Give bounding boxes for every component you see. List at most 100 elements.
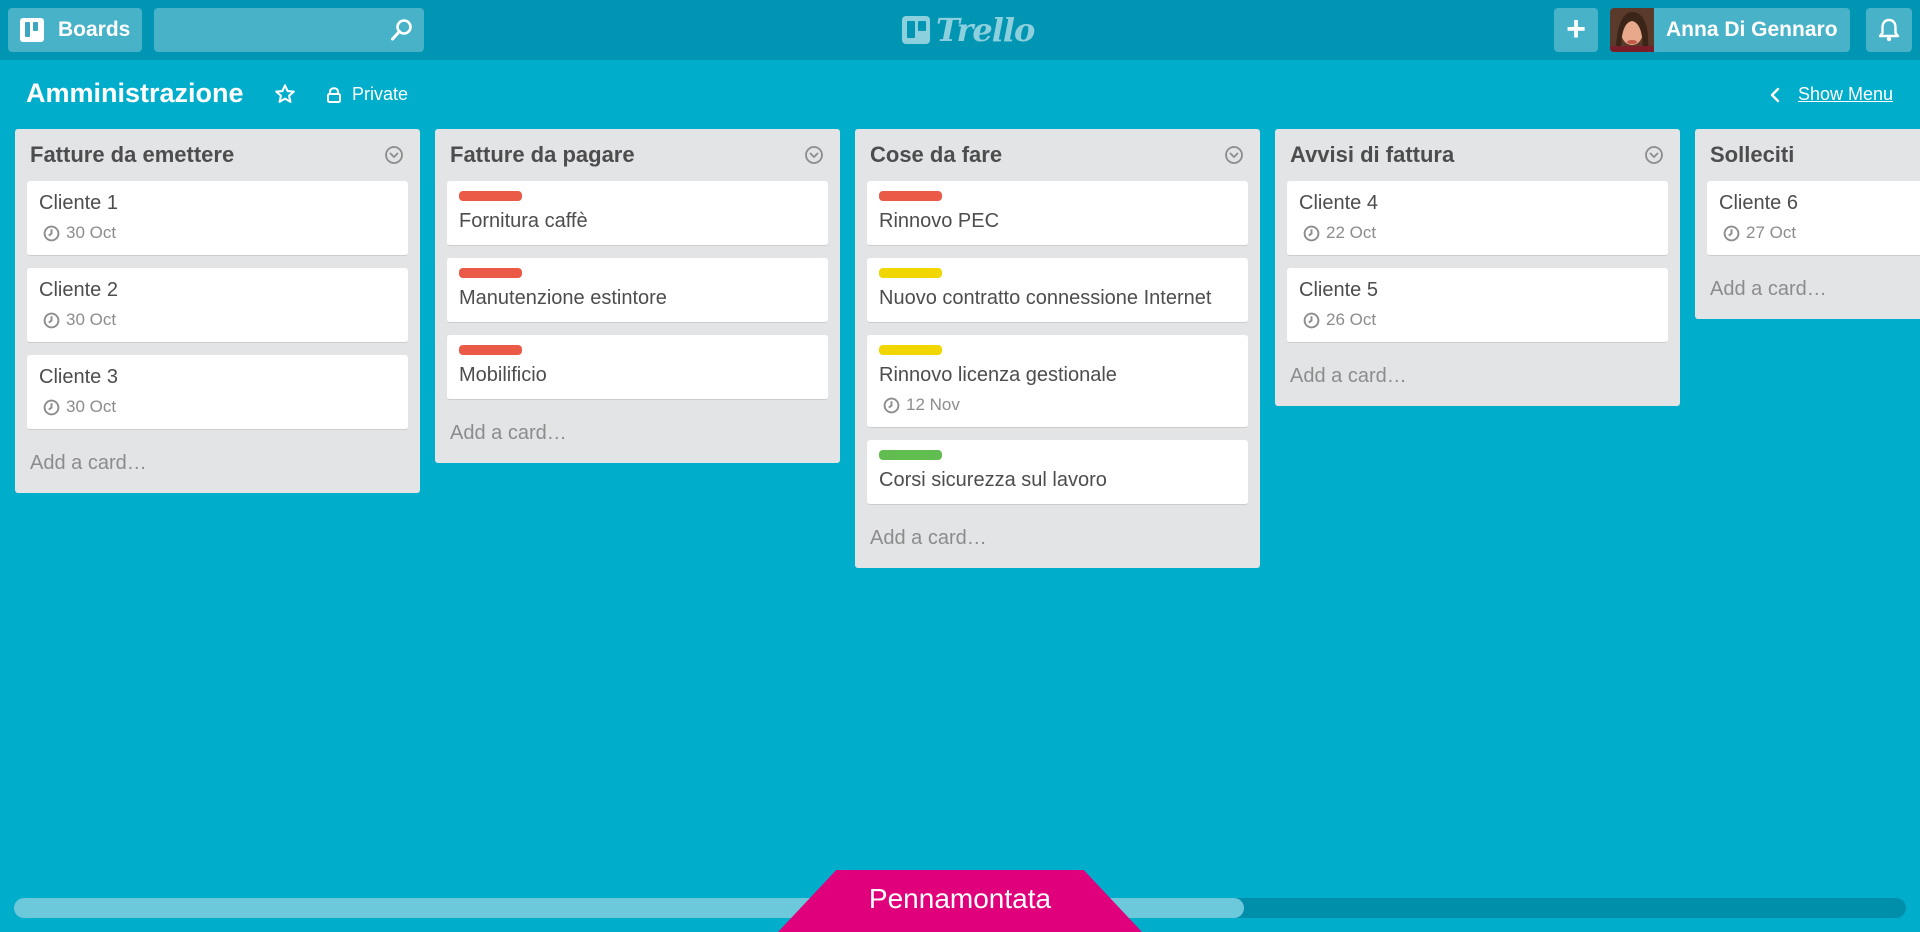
card-title: Cliente 5	[1299, 279, 1378, 301]
card[interactable]: Cliente 4 22 Oct	[1287, 181, 1668, 256]
visibility-button[interactable]: Private	[326, 84, 408, 105]
bell-icon	[1878, 18, 1900, 42]
list-header: Fatture da emettere	[27, 129, 408, 181]
due-date: 22 Oct	[1326, 223, 1377, 242]
card[interactable]: Rinnovo PEC	[867, 181, 1248, 246]
chevron-down-circle-icon[interactable]	[1224, 145, 1244, 165]
list-avvisi-di-fattura: Avvisi di fattura Cliente 4 22 Oct Clien…	[1275, 129, 1680, 406]
list-title[interactable]: Solleciti	[1710, 142, 1794, 168]
card-title: Fornitura caffè	[459, 210, 588, 232]
card[interactable]: Fornitura caffè	[447, 181, 828, 246]
list-title[interactable]: Avvisi di fattura	[1290, 142, 1454, 168]
due-date-badge: 27 Oct	[1723, 223, 1908, 243]
card-title: Cliente 6	[1719, 192, 1798, 214]
add-card-button[interactable]: Add a card…	[447, 412, 828, 453]
card[interactable]: Cliente 5 26 Oct	[1287, 268, 1668, 343]
chevron-left-icon	[1770, 87, 1780, 102]
boards-icon	[20, 18, 44, 42]
due-date: 27 Oct	[1746, 223, 1797, 242]
clock-icon	[43, 399, 60, 415]
list-cose-da-fare: Cose da fare Rinnovo PEC Nuovo contratto…	[855, 129, 1260, 568]
card[interactable]: Cliente 1 30 Oct	[27, 181, 408, 256]
list-solleciti: Solleciti Cliente 6 27 Oct Add a card…	[1695, 129, 1920, 319]
card-label-green[interactable]	[879, 450, 942, 460]
list-header: Cose da fare	[867, 129, 1248, 181]
due-date-badge: 12 Nov	[883, 395, 1236, 415]
list-header: Solleciti	[1707, 129, 1908, 181]
search-icon[interactable]	[390, 18, 414, 42]
card[interactable]: Nuovo contratto connessione Internet	[867, 258, 1248, 323]
clock-icon	[43, 312, 60, 328]
card-label-red[interactable]	[459, 191, 522, 201]
card-label-yellow[interactable]	[879, 345, 942, 355]
card-title: Cliente 2	[39, 279, 118, 301]
due-date-badge: 30 Oct	[43, 397, 396, 417]
clock-icon	[883, 397, 900, 413]
due-date: 12 Nov	[906, 395, 960, 414]
add-button[interactable]: +	[1554, 8, 1598, 52]
add-card-button[interactable]: Add a card…	[27, 442, 408, 483]
due-date: 30 Oct	[66, 397, 117, 416]
list-title[interactable]: Fatture da emettere	[30, 142, 234, 168]
chevron-down-circle-icon[interactable]	[804, 145, 824, 165]
card-title: Cliente 1	[39, 192, 118, 214]
card-title: Mobilificio	[459, 364, 547, 386]
card[interactable]: Cliente 6 27 Oct	[1707, 181, 1920, 256]
board-title[interactable]: Amministrazione	[26, 78, 244, 109]
user-name: Anna Di Gennaro	[1666, 18, 1838, 41]
add-card-button[interactable]: Add a card…	[1707, 268, 1908, 309]
search-input[interactable]	[154, 8, 424, 52]
chevron-down-circle-icon[interactable]	[1644, 145, 1664, 165]
due-date: 30 Oct	[66, 223, 117, 242]
due-date-badge: 22 Oct	[1303, 223, 1656, 243]
card[interactable]: Cliente 2 30 Oct	[27, 268, 408, 343]
trello-logo[interactable]: Trello	[902, 11, 1035, 49]
due-date: 26 Oct	[1326, 310, 1377, 329]
list-title[interactable]: Fatture da pagare	[450, 142, 635, 168]
card-title: Cliente 4	[1299, 192, 1378, 214]
card-label-red[interactable]	[459, 345, 522, 355]
card[interactable]: Mobilificio	[447, 335, 828, 400]
add-card-button[interactable]: Add a card…	[867, 517, 1248, 558]
show-menu-label: Show Menu	[1798, 84, 1894, 104]
card-title: Rinnovo PEC	[879, 210, 1000, 232]
boards-button[interactable]: Boards	[8, 8, 142, 52]
member-menu-button[interactable]: Anna Di Gennaro	[1610, 8, 1850, 52]
list-header: Fatture da pagare	[447, 129, 828, 181]
card-label-yellow[interactable]	[879, 268, 942, 278]
due-date-badge: 30 Oct	[43, 310, 396, 330]
watermark-banner: Pennamontata	[778, 870, 1142, 932]
card[interactable]: Corsi sicurezza sul lavoro	[867, 440, 1248, 505]
list-fatture-da-pagare: Fatture da pagare Fornitura caffè Manute…	[435, 129, 840, 463]
top-header: Boards Trello + Anna Di Gennaro	[0, 0, 1920, 60]
clock-icon	[1723, 225, 1740, 241]
logo-text: Trello	[936, 11, 1035, 49]
trello-logo-icon	[902, 16, 930, 44]
lock-icon	[327, 86, 341, 103]
clock-icon	[43, 225, 60, 241]
card-title: Corsi sicurezza sul lavoro	[879, 469, 1107, 491]
clock-icon	[1303, 312, 1320, 328]
notifications-button[interactable]	[1866, 8, 1912, 52]
boards-label: Boards	[58, 18, 131, 41]
add-card-button[interactable]: Add a card…	[1287, 355, 1668, 396]
chevron-down-circle-icon[interactable]	[384, 145, 404, 165]
show-menu-button[interactable]: Show Menu	[1770, 84, 1893, 105]
card-title: Rinnovo licenza gestionale	[879, 364, 1117, 386]
card-title: Cliente 3	[39, 366, 118, 388]
visibility-label: Private	[352, 84, 409, 104]
card[interactable]: Rinnovo licenza gestionale 12 Nov	[867, 335, 1248, 428]
card-label-red[interactable]	[879, 191, 942, 201]
due-date-badge: 26 Oct	[1303, 310, 1656, 330]
clock-icon	[1303, 225, 1320, 241]
card[interactable]: Cliente 3 30 Oct	[27, 355, 408, 430]
star-icon[interactable]	[274, 83, 296, 105]
card-label-red[interactable]	[459, 268, 522, 278]
list-header: Avvisi di fattura	[1287, 129, 1668, 181]
card[interactable]: Manutenzione estintore	[447, 258, 828, 323]
card-title: Nuovo contratto connessione Internet	[879, 287, 1212, 309]
list-title[interactable]: Cose da fare	[870, 142, 1002, 168]
card-title: Manutenzione estintore	[459, 287, 667, 309]
list-fatture-da-emettere: Fatture da emettere Cliente 1 30 Oct Cli…	[15, 129, 420, 493]
avatar	[1610, 8, 1654, 52]
